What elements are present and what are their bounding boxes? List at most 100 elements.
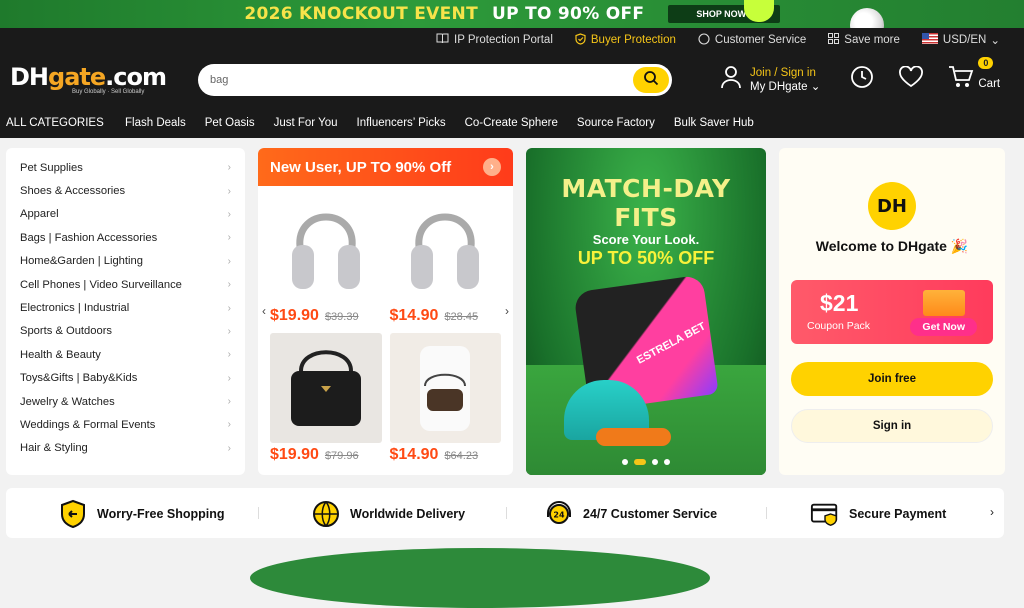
gift-box-icon bbox=[923, 290, 965, 316]
main-content: Pet Supplies › Shoes & Accessories › Appar… bbox=[0, 138, 1024, 475]
small-bag-image bbox=[389, 333, 501, 443]
chevron-right-icon: › bbox=[227, 302, 231, 314]
banner-offer: UP TO 50% OFF bbox=[577, 248, 715, 268]
category-item[interactable]: Health & Beauty › bbox=[20, 343, 231, 366]
category-item[interactable]: Pet Supplies › bbox=[20, 156, 231, 179]
cart-label: Cart bbox=[978, 78, 1001, 90]
coupon-amount: $21 bbox=[820, 290, 859, 316]
category-item[interactable]: Hair & Styling › bbox=[20, 437, 231, 460]
category-label: Electronics | Industrial bbox=[20, 302, 130, 315]
soccer-ball-image bbox=[850, 8, 884, 28]
join-signin-link[interactable]: Join / Sign in bbox=[750, 67, 820, 79]
buyer-protection-link[interactable]: Buyer Protection bbox=[575, 32, 676, 48]
nav-item-co-create-sphere[interactable]: Co-Create Sphere bbox=[465, 117, 558, 129]
category-item[interactable]: Shoes & Accessories › bbox=[20, 179, 231, 202]
chevron-down-icon: ⌄ bbox=[810, 81, 821, 93]
feature-customer-service[interactable]: 24 24/7 Customer Service bbox=[544, 499, 717, 529]
header-icons: 0 Cart bbox=[850, 57, 1001, 95]
welcome-title: Welcome to DHgate 🎉 bbox=[815, 238, 969, 254]
chevron-right-icon: › bbox=[227, 419, 231, 431]
nav-item-pet-oasis[interactable]: Pet Oasis bbox=[205, 117, 255, 129]
match-day-banner[interactable]: MATCH-DAY FITS Score Your Look. UP TO 50%… bbox=[526, 148, 766, 475]
category-item[interactable]: Cell Phones | Video Surveillance › bbox=[20, 273, 231, 296]
carousel-dot-active[interactable] bbox=[634, 459, 646, 465]
ip-protection-link[interactable]: IP Protection Portal bbox=[436, 33, 553, 47]
feature-worldwide-delivery[interactable]: Worldwide Delivery bbox=[311, 499, 465, 529]
main-header: DHgate.com Buy Globally · Sell Globally … bbox=[0, 52, 1024, 108]
product-price: $14.90 bbox=[389, 446, 439, 463]
category-item[interactable]: Sports & Outdoors › bbox=[20, 320, 231, 343]
category-item[interactable]: Toys&Gifts | Baby&Kids › bbox=[20, 367, 231, 390]
feature-secure-payment[interactable]: Secure Payment bbox=[810, 499, 946, 529]
join-free-button[interactable]: Join free bbox=[791, 362, 993, 396]
product-original-price: $28.45 bbox=[444, 311, 479, 323]
category-label: Pet Supplies bbox=[20, 161, 83, 174]
heart-icon[interactable] bbox=[898, 65, 924, 94]
chat-bubble-icon bbox=[698, 32, 710, 48]
search-icon bbox=[643, 70, 659, 91]
top-utility-bar: IP Protection Portal Buyer Protection Cu… bbox=[0, 28, 1024, 52]
chevron-right-icon: › bbox=[227, 349, 231, 361]
arrow-right-icon[interactable]: › bbox=[483, 158, 501, 176]
category-item[interactable]: Apparel › bbox=[20, 203, 231, 226]
category-sidebar: Pet Supplies › Shoes & Accessories › Appar… bbox=[6, 148, 245, 475]
history-icon[interactable] bbox=[850, 65, 874, 95]
nav-item-flash-deals[interactable]: Flash Deals bbox=[125, 117, 186, 129]
cart-count-badge: 0 bbox=[978, 57, 994, 69]
grid-icon bbox=[828, 33, 840, 47]
chevron-right-icon[interactable]: › bbox=[990, 505, 994, 519]
locale-selector[interactable]: USD/EN ⌄ bbox=[921, 33, 1000, 47]
get-now-button[interactable]: Get Now bbox=[910, 318, 977, 336]
coupon-pack-card[interactable]: $21 Coupon Pack Get Now bbox=[791, 280, 993, 344]
search-bar bbox=[198, 64, 672, 96]
search-button[interactable] bbox=[633, 67, 669, 93]
product-card[interactable]: $19.90 $39.39 bbox=[270, 194, 382, 325]
customer-service-label: Customer Service bbox=[714, 34, 807, 46]
headphones-image bbox=[389, 194, 501, 304]
category-item[interactable]: Weddings & Formal Events › bbox=[20, 413, 231, 436]
product-card[interactable]: $14.90 $28.45 bbox=[389, 194, 501, 325]
carousel-dot[interactable] bbox=[664, 459, 670, 465]
sign-in-button[interactable]: Sign in bbox=[791, 409, 993, 443]
category-label: Shoes & Accessories bbox=[20, 185, 126, 198]
cart-button[interactable]: 0 Cart bbox=[948, 57, 1001, 95]
category-item[interactable]: Home&Garden | Lighting › bbox=[20, 250, 231, 273]
carousel-prev-icon[interactable]: ‹ bbox=[262, 304, 266, 318]
customer-service-link[interactable]: Customer Service bbox=[698, 32, 807, 48]
chevron-right-icon: › bbox=[227, 185, 231, 197]
nav-item-source-factory[interactable]: Source Factory bbox=[577, 117, 655, 129]
carousel-next-icon[interactable]: › bbox=[505, 304, 509, 318]
product-price: $14.90 bbox=[389, 307, 439, 324]
all-categories-menu[interactable]: ALL CATEGORIES bbox=[0, 117, 125, 129]
headset-icon: 24 bbox=[544, 499, 574, 529]
save-more-link[interactable]: Save more bbox=[828, 33, 900, 47]
category-item[interactable]: Bags | Fashion Accessories › bbox=[20, 226, 231, 249]
nav-item-bulk-saver-hub[interactable]: Bulk Saver Hub bbox=[674, 117, 754, 129]
category-nav: ALL CATEGORIES Flash Deals Pet Oasis Jus… bbox=[0, 108, 1024, 138]
category-label: Toys&Gifts | Baby&Kids bbox=[20, 372, 138, 385]
banner-line1: MATCH-DAY bbox=[561, 174, 731, 203]
promo-banner[interactable]: 2026 KNOCKOUT EVENT UP TO 90% OFF SHOP N… bbox=[0, 0, 1024, 28]
nav-item-influencers-picks[interactable]: Influencers’ Picks bbox=[357, 117, 446, 129]
search-input[interactable] bbox=[210, 74, 633, 86]
category-item[interactable]: Jewelry & Watches › bbox=[20, 390, 231, 413]
chevron-right-icon: › bbox=[227, 372, 231, 384]
product-card[interactable]: $14.90 $64.23 bbox=[389, 333, 501, 464]
feature-worry-free[interactable]: Worry-Free Shopping bbox=[58, 499, 225, 529]
chevron-right-icon: › bbox=[227, 162, 231, 174]
account-menu[interactable]: Join / Sign in My DHgate ⌄ bbox=[720, 65, 820, 96]
category-label: Health & Beauty bbox=[20, 348, 101, 361]
shield-icon bbox=[58, 499, 88, 529]
new-user-header[interactable]: New User, UP TO 90% Off › bbox=[258, 148, 513, 186]
carousel-dot[interactable] bbox=[622, 459, 628, 465]
chevron-right-icon: › bbox=[227, 396, 231, 408]
carousel-dot[interactable] bbox=[652, 459, 658, 465]
dhgate-logo[interactable]: DHgate.com Buy Globally · Sell Globally bbox=[10, 65, 190, 95]
category-item[interactable]: Electronics | Industrial › bbox=[20, 296, 231, 319]
chevron-right-icon: › bbox=[227, 325, 231, 337]
nav-item-just-for-you[interactable]: Just For You bbox=[274, 117, 338, 129]
globe-icon bbox=[311, 499, 341, 529]
carousel-dots bbox=[526, 459, 766, 465]
product-card[interactable]: $19.90 $79.96 bbox=[270, 333, 382, 464]
category-label: Weddings & Formal Events bbox=[20, 418, 156, 431]
